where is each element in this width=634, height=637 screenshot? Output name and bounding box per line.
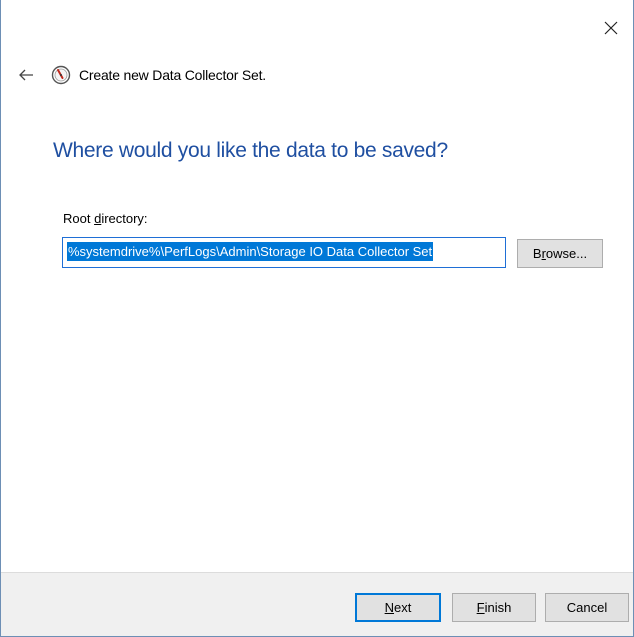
root-directory-value: %systemdrive%\PerfLogs\Admin\Storage IO …	[67, 242, 434, 261]
page-heading: Where would you like the data to be save…	[53, 139, 448, 162]
next-rest: ext	[394, 600, 412, 615]
browse-prefix: B	[532, 246, 542, 261]
root-directory-label: Root directory:	[63, 211, 148, 226]
wizard-window: Create new Data Collector Set. Where wou…	[0, 0, 634, 637]
root-label-prefix: Root	[63, 211, 95, 226]
close-button[interactable]	[597, 14, 625, 42]
cancel-label: Cancel	[566, 600, 608, 615]
finish-accel: F	[476, 600, 485, 615]
next-accel: N	[384, 600, 395, 615]
root-label-suffix: irectory:	[101, 211, 148, 226]
wizard-header: Create new Data Collector Set.	[15, 64, 266, 86]
next-button[interactable]: Next	[355, 593, 441, 622]
close-icon	[604, 21, 618, 35]
browse-suffix: owse...	[545, 246, 588, 261]
cancel-button[interactable]: Cancel	[545, 593, 629, 622]
wizard-title: Create new Data Collector Set.	[79, 67, 266, 83]
wizard-footer: Next Finish Cancel	[1, 572, 633, 636]
back-button[interactable]	[15, 64, 37, 86]
root-directory-input[interactable]: %systemdrive%\PerfLogs\Admin\Storage IO …	[62, 237, 506, 268]
finish-button[interactable]: Finish	[452, 593, 536, 622]
back-arrow-icon	[19, 69, 33, 81]
finish-rest: inish	[484, 600, 512, 615]
browse-button[interactable]: Br owse...	[517, 239, 603, 268]
performance-monitor-icon	[51, 65, 71, 85]
